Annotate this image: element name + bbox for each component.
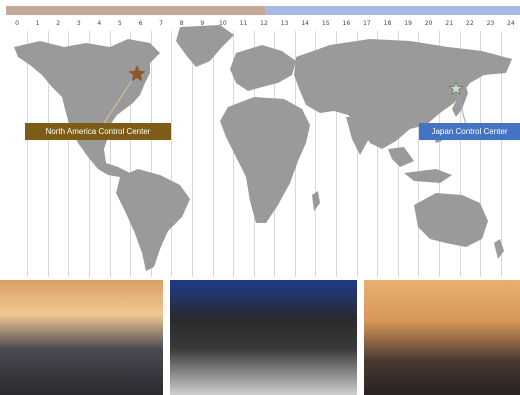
africa-land bbox=[220, 97, 310, 223]
india-land bbox=[346, 117, 372, 155]
north-america-land bbox=[14, 39, 160, 179]
control-room-photo bbox=[0, 280, 163, 395]
timeline-bar-right bbox=[265, 6, 520, 15]
north-america-center-label: North America Control Center bbox=[25, 123, 171, 140]
madagascar-land bbox=[312, 191, 320, 211]
new-zealand-land bbox=[494, 239, 504, 259]
southeast-asia-land bbox=[388, 147, 452, 183]
south-america-land bbox=[116, 169, 190, 271]
world-map bbox=[14, 25, 512, 271]
monitoring-room-photo bbox=[364, 280, 520, 395]
europe-land bbox=[230, 45, 296, 91]
operator-workstation-photo bbox=[170, 280, 357, 395]
timeline-bar-left bbox=[6, 6, 265, 15]
greenland-land bbox=[176, 25, 234, 67]
australia-land bbox=[414, 193, 488, 247]
japan-center-label: Japan Control Center bbox=[419, 123, 520, 140]
